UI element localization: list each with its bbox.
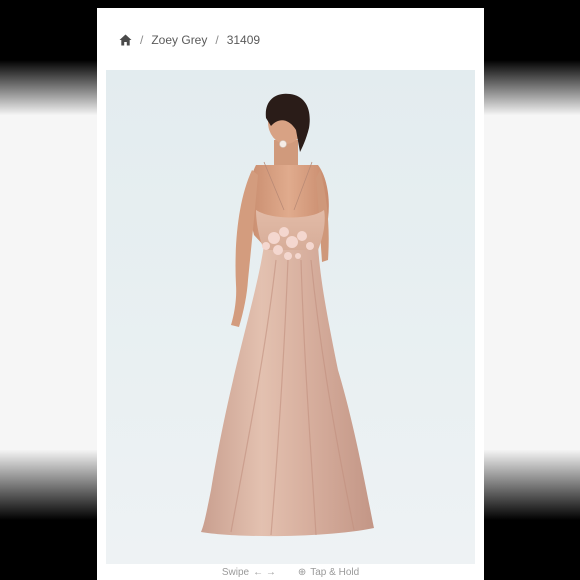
breadcrumb: / Zoey Grey / 31409 xyxy=(119,32,260,48)
product-image[interactable] xyxy=(106,70,475,564)
home-icon[interactable] xyxy=(119,34,132,46)
plus-circle-icon: ⊕ xyxy=(297,567,307,578)
earring xyxy=(279,140,287,148)
tap-label: Tap & Hold xyxy=(310,567,360,578)
breadcrumb-item-style[interactable]: 31409 xyxy=(227,33,260,47)
product-card: / Zoey Grey / 31409 Swipe ← → ⊕ Tap & Ho… xyxy=(97,8,484,580)
swipe-label: Swipe xyxy=(221,567,250,578)
breadcrumb-separator: / xyxy=(140,33,144,47)
gesture-hints: Swipe ← → ⊕ Tap & Hold xyxy=(97,566,484,580)
swipe-arrows-icon: ← → xyxy=(253,567,276,578)
skirt-shape xyxy=(201,245,374,537)
dress-illustration xyxy=(201,93,374,537)
breadcrumb-item-brand[interactable]: Zoey Grey xyxy=(151,33,207,47)
breadcrumb-separator: / xyxy=(215,33,219,47)
tap-hint: ⊕ Tap & Hold xyxy=(298,566,359,580)
swipe-hint: Swipe ← → xyxy=(222,566,276,580)
